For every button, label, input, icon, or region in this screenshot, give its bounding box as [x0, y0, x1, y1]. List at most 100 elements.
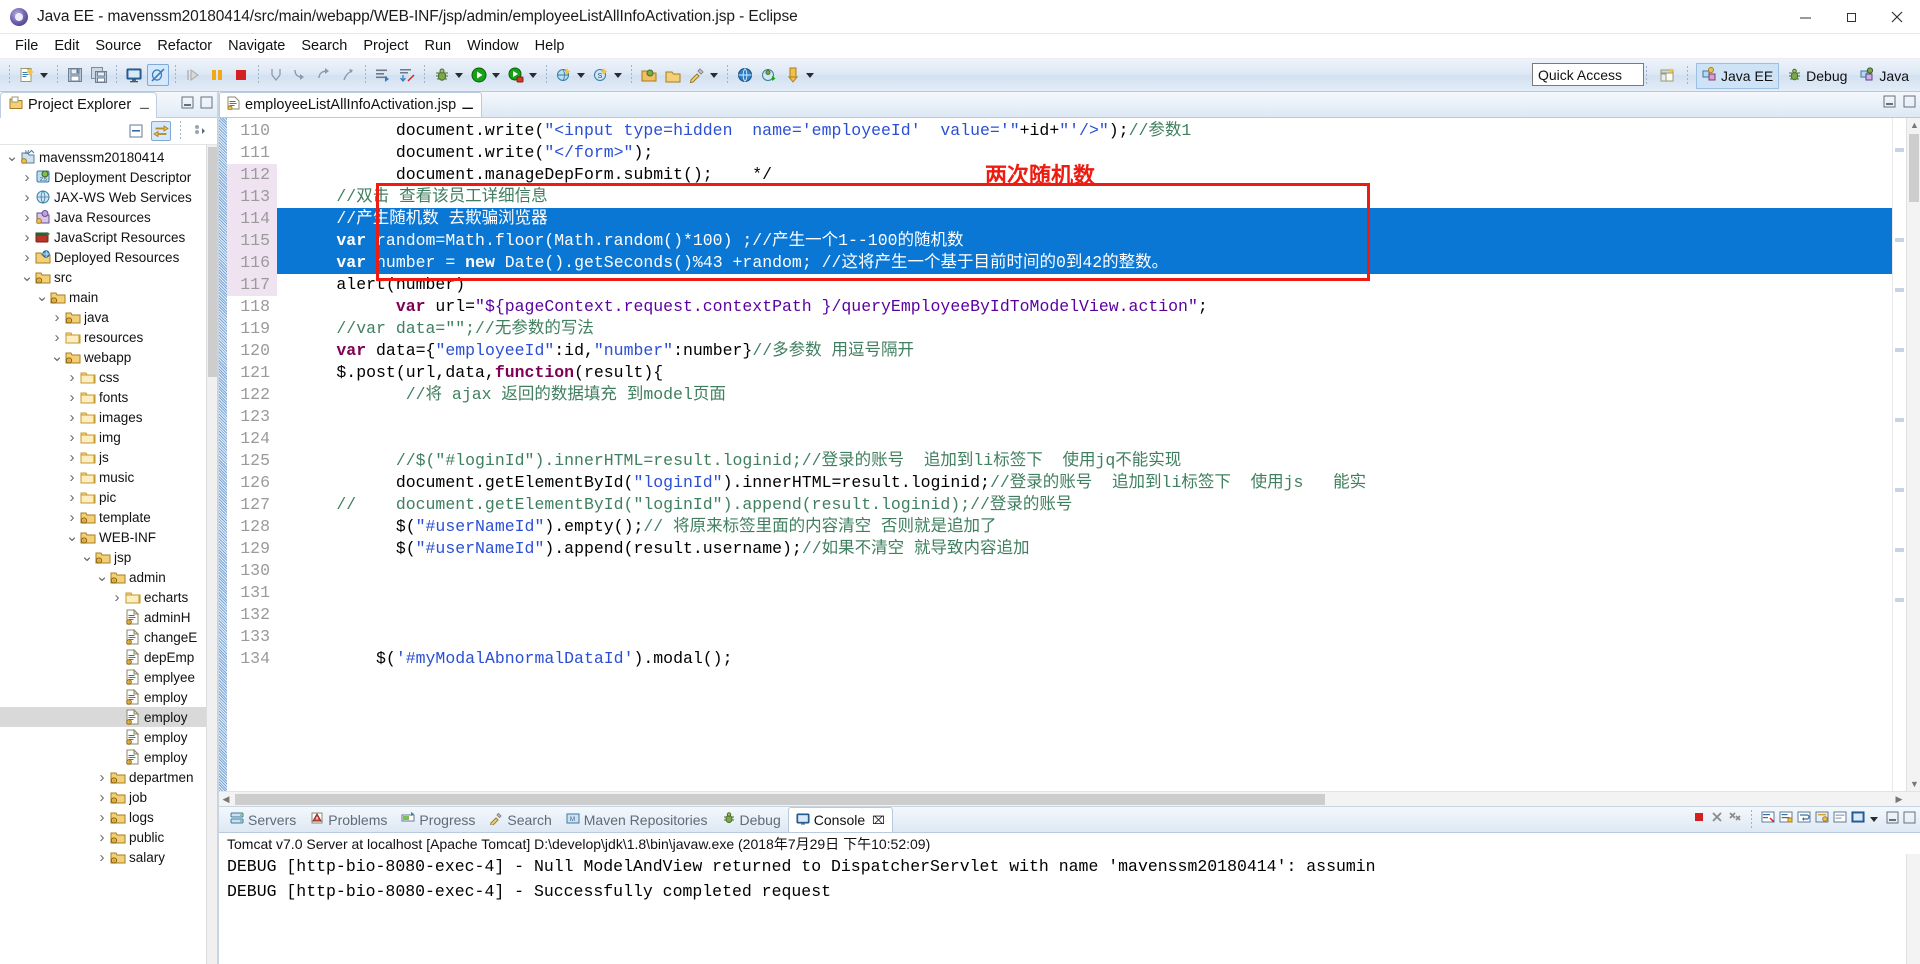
tree-item-public[interactable]: ›! public	[0, 827, 217, 847]
explorer-scrollbar[interactable]	[206, 145, 217, 964]
code-line[interactable]	[277, 626, 1920, 648]
tree-item-img[interactable]: › img	[0, 427, 217, 447]
run-server-icon[interactable]	[758, 64, 780, 86]
explorer-scroll-thumb[interactable]	[208, 147, 217, 377]
code-line[interactable]: document.getElementById("loginId").inner…	[277, 472, 1920, 494]
step-return-icon[interactable]	[337, 64, 359, 86]
chevron-right-icon[interactable]: ›	[50, 329, 64, 346]
open-task-icon[interactable]	[372, 64, 394, 86]
tree-item-deployed-resources[interactable]: › Deployed Resources	[0, 247, 217, 267]
chevron-right-icon[interactable]: ›	[65, 389, 79, 406]
debug-icon[interactable]	[431, 64, 453, 86]
tree-item-departmen[interactable]: ›! departmen	[0, 767, 217, 787]
search-icon[interactable]	[686, 64, 708, 86]
coverage-dropdown-arrow[interactable]	[529, 72, 537, 78]
open-type-icon[interactable]	[638, 64, 660, 86]
close-icon[interactable]: ⌧	[872, 814, 885, 827]
chevron-right-icon[interactable]: ›	[65, 469, 79, 486]
tree-item-employ[interactable]: ! employ	[0, 707, 217, 727]
console-tab-progress[interactable]: Progress	[394, 807, 482, 832]
chevron-right-icon[interactable]: ›	[50, 309, 64, 326]
maximize-icon[interactable]	[200, 96, 213, 114]
minimize-icon[interactable]	[1886, 811, 1899, 829]
tree-item-src[interactable]: ⌄! src	[0, 267, 217, 287]
menu-window[interactable]: Window	[459, 36, 527, 56]
tree-item-pic[interactable]: › pic	[0, 487, 217, 507]
tree-item-main[interactable]: ⌄! main	[0, 287, 217, 307]
console-scrollbar[interactable]	[1906, 854, 1920, 964]
tree-item-fonts[interactable]: › fonts	[0, 387, 217, 407]
tree-item-adminh[interactable]: ! adminH	[0, 607, 217, 627]
code-line[interactable]: //var data="";//无参数的写法	[277, 318, 1920, 340]
save-icon[interactable]	[64, 64, 86, 86]
chevron-down-icon[interactable]: ⌄	[35, 289, 49, 304]
chevron-down-icon[interactable]: ⌄	[5, 149, 19, 164]
maximize-icon[interactable]	[1903, 95, 1916, 113]
scroll-right-arrow[interactable]: ▶	[1892, 792, 1906, 806]
run-dropdown-arrow[interactable]	[492, 72, 500, 78]
tree-item-jax-ws-web-services[interactable]: › JAX-WS Web Services	[0, 187, 217, 207]
word-wrap-icon[interactable]	[1797, 810, 1811, 829]
profile-dropdown-arrow[interactable]	[806, 72, 814, 78]
tree-item-webapp[interactable]: ⌄! webapp	[0, 347, 217, 367]
annotation-ruler[interactable]	[219, 118, 227, 791]
run-coverage-icon[interactable]	[505, 64, 527, 86]
new-java-project-icon[interactable]	[553, 64, 575, 86]
view-menu-icon[interactable]	[190, 121, 210, 141]
console-tab-search[interactable]: Search	[482, 807, 558, 832]
open-task-icon2[interactable]	[662, 64, 684, 86]
chevron-right-icon[interactable]: ›	[95, 849, 109, 866]
tree-item-images[interactable]: › images	[0, 407, 217, 427]
collapse-all-icon[interactable]	[126, 121, 146, 141]
editor-vertical-scrollbar[interactable]: ▲ ▼	[1906, 118, 1920, 791]
menu-search[interactable]: Search	[293, 36, 355, 56]
code-line[interactable]: //双击 查看该员工详细信息	[277, 186, 1920, 208]
minimize-icon[interactable]	[181, 96, 194, 114]
clear-console-icon[interactable]	[1761, 810, 1775, 829]
tree-item-deployment-descriptor[interactable]: › 2.5 Deployment Descriptor	[0, 167, 217, 187]
js-dropdown-arrow[interactable]	[614, 72, 622, 78]
minimize-icon[interactable]	[1883, 95, 1896, 113]
new-js-icon[interactable]: S	[590, 64, 612, 86]
tree-item-resources[interactable]: › resources	[0, 327, 217, 347]
chevron-right-icon[interactable]: ›	[95, 829, 109, 846]
chevron-down-icon[interactable]: ⌄	[65, 529, 79, 544]
close-icon[interactable]: ⚊	[139, 98, 150, 112]
perspective-java-ee[interactable]: Java EE	[1696, 62, 1780, 89]
remove-launch-icon[interactable]	[1710, 810, 1724, 829]
tree-item-admin[interactable]: ⌄! admin	[0, 567, 217, 587]
minimize-button[interactable]	[1782, 0, 1828, 34]
resume-icon[interactable]	[182, 64, 204, 86]
chevron-right-icon[interactable]: ›	[20, 169, 34, 186]
chevron-right-icon[interactable]: ›	[65, 429, 79, 446]
tree-item-employ[interactable]: ! employ	[0, 727, 217, 747]
maximize-button[interactable]	[1828, 0, 1874, 34]
chevron-right-icon[interactable]: ›	[65, 369, 79, 386]
save-all-icon[interactable]	[88, 64, 110, 86]
scroll-up-arrow[interactable]: ▲	[1910, 120, 1919, 130]
code-line[interactable]: $("#userNameId").append(result.username)…	[277, 538, 1920, 560]
terminate-icon[interactable]	[230, 64, 252, 86]
web-browser-icon[interactable]	[734, 64, 756, 86]
scroll-left-arrow[interactable]: ◀	[219, 792, 233, 806]
code-line[interactable]: //产生随机数 去欺骗浏览器	[277, 208, 1920, 230]
code-line[interactable]: //将 ajax 返回的数据填充 到model页面	[277, 384, 1920, 406]
perspective-debug[interactable]: Debug	[1782, 64, 1852, 88]
chevron-right-icon[interactable]: ›	[95, 769, 109, 786]
console-tab-console[interactable]: Console ⌧	[787, 807, 893, 832]
tree-item-javascript-resources[interactable]: › JavaScript Resources	[0, 227, 217, 247]
console-output[interactable]: DEBUG [http-bio-8080-exec-4] - Null Mode…	[219, 854, 1920, 964]
menu-run[interactable]: Run	[416, 36, 459, 56]
terminate-icon[interactable]	[1692, 810, 1706, 829]
chevron-right-icon[interactable]: ›	[110, 589, 124, 606]
menu-edit[interactable]: Edit	[46, 36, 87, 56]
code-line[interactable]: document.write("</form>");	[277, 142, 1920, 164]
code-line[interactable]: $("#userNameId").empty();// 将原来标签里面的内容清空…	[277, 516, 1920, 538]
chevron-right-icon[interactable]: ›	[65, 509, 79, 526]
close-icon[interactable]: ⚊	[461, 97, 474, 113]
chevron-down-icon[interactable]: ⌄	[95, 569, 109, 584]
overview-ruler[interactable]	[1892, 118, 1906, 791]
link-with-editor-icon[interactable]	[151, 121, 171, 141]
console-view-icon[interactable]	[123, 64, 145, 86]
console-dropdown-arrow[interactable]	[1870, 817, 1878, 822]
